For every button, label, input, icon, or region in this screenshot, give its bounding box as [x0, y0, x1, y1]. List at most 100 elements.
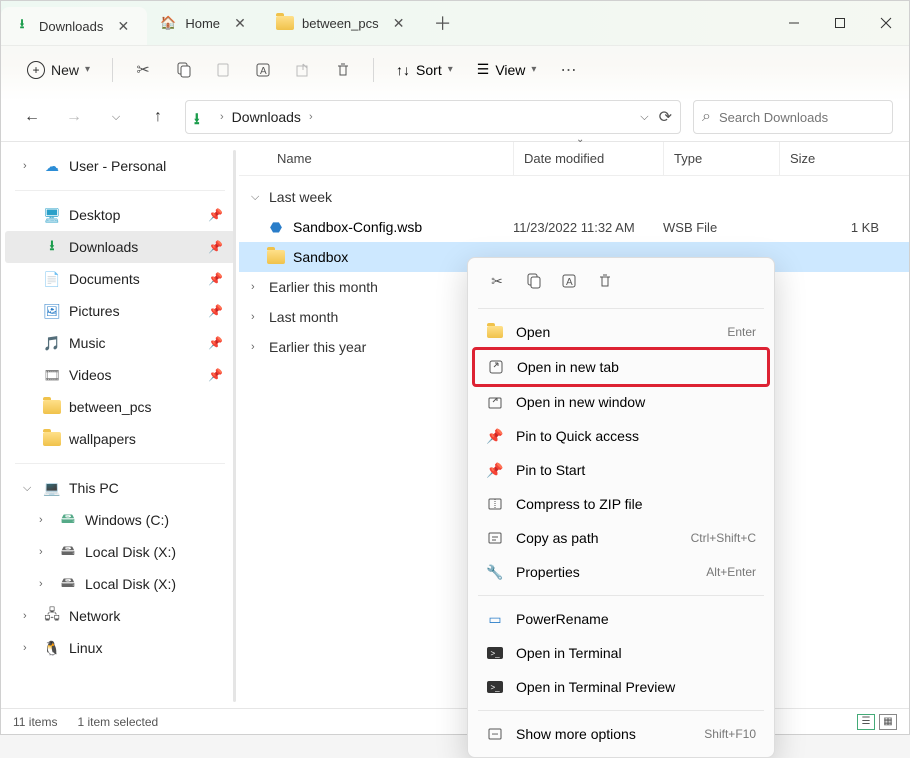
chevron-down-icon[interactable]: ⌵ [23, 482, 35, 495]
tab-home[interactable]: 🏠 Home ✕ [147, 1, 264, 45]
window-controls [771, 1, 909, 45]
chevron-right-icon[interactable]: › [251, 281, 263, 293]
sidebar-item-linux[interactable]: ›🐧Linux [5, 632, 235, 664]
context-pin-start[interactable]: 📌 Pin to Start [474, 453, 768, 487]
context-terminal-preview[interactable]: >_ Open in Terminal Preview [474, 670, 768, 704]
sidebar-item-pictures[interactable]: 🖼Pictures📌 [5, 295, 235, 327]
search-box[interactable]: ⌕ [693, 100, 893, 134]
close-window-button[interactable] [863, 1, 909, 45]
group-last-week[interactable]: ⌵Last week [239, 182, 909, 212]
context-open-new-tab[interactable]: Open in new tab [475, 350, 767, 384]
properties-icon: 🔧 [486, 563, 504, 581]
context-compress[interactable]: Compress to ZIP file [474, 487, 768, 521]
delete-button[interactable] [325, 52, 361, 88]
sidebar-item-network[interactable]: ›🖧Network [5, 600, 235, 632]
cut-button[interactable]: ✂ [125, 52, 161, 88]
chevron-right-icon[interactable]: › [251, 341, 263, 353]
music-icon: 🎵 [43, 334, 61, 352]
cut-icon[interactable]: ✂ [486, 270, 508, 292]
close-tab-icon[interactable]: ✕ [387, 15, 411, 32]
new-button[interactable]: + New ▾ [17, 55, 100, 85]
sidebar-item-drive-c[interactable]: ›🖴Windows (C:) [5, 504, 235, 536]
chevron-down-icon: ▾ [448, 64, 453, 75]
sidebar-label: Desktop [69, 207, 120, 223]
sidebar-item-downloads[interactable]: ⭳Downloads📌 [5, 231, 235, 263]
paste-button[interactable] [205, 52, 241, 88]
breadcrumb[interactable]: ⭳ › Downloads › ⌵ ⟳ [185, 100, 681, 134]
context-powerrename[interactable]: ▭ PowerRename [474, 602, 768, 636]
chevron-right-icon[interactable]: › [309, 111, 313, 123]
thumbnails-view-button[interactable]: ▦ [879, 714, 897, 730]
chevron-right-icon[interactable]: › [23, 642, 35, 654]
context-show-more[interactable]: Show more options Shift+F10 [474, 717, 768, 751]
copy-button[interactable] [165, 52, 201, 88]
search-input[interactable] [719, 110, 895, 125]
more-button[interactable]: ⋯ [550, 52, 586, 88]
refresh-button[interactable]: ⟳ [659, 107, 672, 127]
delete-icon[interactable] [594, 270, 616, 292]
context-open-new-window[interactable]: Open in new window [474, 385, 768, 419]
recent-dropdown[interactable]: ⌵ [101, 102, 131, 132]
rename-icon[interactable]: A [558, 270, 580, 292]
back-button[interactable]: ← [17, 102, 47, 132]
details-view-button[interactable]: ☰ [857, 714, 875, 730]
context-properties[interactable]: 🔧 Properties Alt+Enter [474, 555, 768, 589]
tab-downloads[interactable]: ⭳ Downloads ✕ [1, 7, 147, 45]
chevron-down-icon[interactable]: ⌵ [251, 191, 263, 204]
sidebar-item-between-pcs[interactable]: between_pcs [5, 391, 235, 423]
rename-button[interactable]: A [245, 52, 281, 88]
sidebar-item-this-pc[interactable]: ⌵💻This PC [5, 472, 235, 504]
new-tab-button[interactable]: ＋ [423, 1, 463, 45]
chevron-right-icon[interactable]: › [23, 160, 35, 172]
tab-label: Home [185, 16, 220, 31]
sidebar-item-music[interactable]: 🎵Music📌 [5, 327, 235, 359]
view-button[interactable]: ☰ View ▾ [467, 52, 547, 88]
context-copy-path[interactable]: Copy as path Ctrl+Shift+C [474, 521, 768, 555]
sidebar-item-desktop[interactable]: 🖥Desktop📌 [5, 199, 235, 231]
download-icon: ⭳ [194, 108, 212, 126]
sort-button[interactable]: ↑↓ Sort ▾ [386, 52, 463, 88]
copy-path-icon [486, 529, 504, 547]
column-size[interactable]: Size [779, 142, 909, 175]
copy-icon[interactable] [522, 270, 544, 292]
sidebar-label: Linux [69, 640, 102, 656]
chevron-right-icon[interactable]: › [23, 610, 35, 622]
tab-between-pcs[interactable]: between_pcs ✕ [264, 1, 423, 45]
context-pin-quick[interactable]: 📌 Pin to Quick access [474, 419, 768, 453]
file-row[interactable]: ⬣Sandbox-Config.wsb 11/23/2022 11:32 AM … [239, 212, 909, 242]
close-tab-icon[interactable]: ✕ [111, 18, 135, 35]
context-open[interactable]: Open Enter [474, 315, 768, 349]
folder-icon [486, 323, 504, 341]
context-label: Properties [516, 564, 580, 580]
history-dropdown-icon[interactable]: ⌵ [640, 111, 648, 124]
drive-icon: 🖴 [59, 543, 77, 561]
breadcrumb-segment[interactable]: Downloads [232, 109, 301, 125]
wsb-file-icon: ⬣ [267, 218, 285, 236]
context-terminal[interactable]: >_ Open in Terminal [474, 636, 768, 670]
forward-button[interactable]: → [59, 102, 89, 132]
chevron-right-icon[interactable]: › [39, 578, 51, 590]
chevron-down-icon: ▾ [531, 64, 536, 75]
sidebar-item-videos[interactable]: 🎞Videos📌 [5, 359, 235, 391]
up-button[interactable]: ↑ [143, 102, 173, 132]
column-name[interactable]: Name [267, 142, 513, 175]
sidebar-item-user[interactable]: › ☁ User - Personal [5, 150, 235, 182]
sidebar-item-drive-x1[interactable]: ›🖴Local Disk (X:) [5, 536, 235, 568]
minimize-button[interactable] [771, 1, 817, 45]
sidebar-item-wallpapers[interactable]: wallpapers [5, 423, 235, 455]
folder-icon [276, 14, 294, 32]
chevron-right-icon[interactable]: › [39, 514, 51, 526]
sidebar-item-drive-x2[interactable]: ›🖴Local Disk (X:) [5, 568, 235, 600]
chevron-right-icon[interactable]: › [251, 311, 263, 323]
chevron-right-icon[interactable]: › [39, 546, 51, 558]
column-type[interactable]: Type [663, 142, 779, 175]
close-tab-icon[interactable]: ✕ [228, 15, 252, 32]
column-date[interactable]: ⌄Date modified [513, 142, 663, 175]
share-button[interactable] [285, 52, 321, 88]
sidebar-item-documents[interactable]: 📄Documents📌 [5, 263, 235, 295]
shortcut: Shift+F10 [704, 727, 756, 741]
chevron-right-icon[interactable]: › [220, 111, 224, 123]
desktop-icon: 🖥 [43, 206, 61, 224]
separator [478, 595, 764, 596]
maximize-button[interactable] [817, 1, 863, 45]
